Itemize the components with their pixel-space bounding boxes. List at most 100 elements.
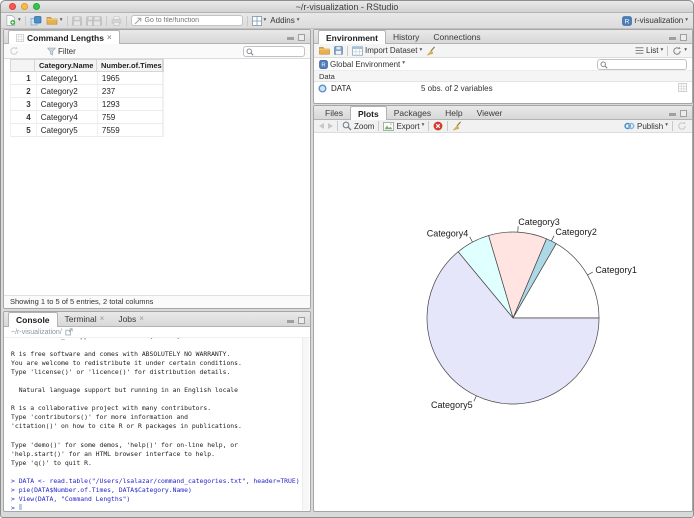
chevron-down-icon: ▾ xyxy=(59,16,63,23)
table-row[interactable]: 1 Category1 1965 xyxy=(10,72,164,85)
remove-plot-button[interactable] xyxy=(433,121,443,131)
r-environment-icon xyxy=(319,60,328,69)
new-project-button[interactable] xyxy=(30,16,42,26)
console-output-line: Type 'q()' to quit R. xyxy=(11,458,92,467)
open-folder-icon xyxy=(319,46,330,55)
save-workspace-button[interactable] xyxy=(334,46,343,55)
tab-label: Console xyxy=(16,315,50,325)
zoom-window-button[interactable] xyxy=(33,3,40,10)
minimize-pane-button[interactable] xyxy=(287,37,294,40)
console-cursor xyxy=(18,503,22,510)
view-object-button[interactable] xyxy=(678,83,687,92)
chevron-down-icon: ▾ xyxy=(660,46,664,53)
tab-command-lengths[interactable]: Command Lengths × xyxy=(8,30,120,44)
maximize-pane-button[interactable] xyxy=(680,34,687,41)
export-label: Export xyxy=(396,121,420,131)
dataset-table-icon xyxy=(352,46,363,56)
previous-plot-button[interactable] xyxy=(319,123,324,129)
data-section-header: Data xyxy=(314,71,692,82)
pane-layout-button[interactable]: ▾ xyxy=(252,16,266,26)
tab-console[interactable]: Console xyxy=(8,312,58,327)
open-in-new-icon[interactable] xyxy=(65,328,73,336)
close-window-button[interactable] xyxy=(9,3,16,10)
refresh-environment-button[interactable]: ▾ xyxy=(672,46,687,56)
table-cell: 2 xyxy=(11,85,37,97)
table-search xyxy=(243,45,305,57)
zoom-plot-button[interactable]: Zoom xyxy=(342,121,374,131)
table-row[interactable]: 3 Category3 1293 xyxy=(10,98,164,111)
publish-button[interactable]: Publish ▾ xyxy=(624,121,668,131)
console-command-line: > pie(DATA$Number.of.Times, DATA$Categor… xyxy=(11,485,192,494)
import-dataset-button[interactable]: Import Dataset ▾ xyxy=(352,46,422,56)
export-plot-button[interactable]: Export ▾ xyxy=(383,121,424,131)
minimize-pane-button[interactable] xyxy=(287,320,294,323)
save-button[interactable] xyxy=(72,16,82,26)
image-icon xyxy=(383,122,394,131)
tab-label: Packages xyxy=(393,107,432,118)
column-header-category-name[interactable]: Category.Name xyxy=(35,60,97,71)
goto-file-input[interactable] xyxy=(130,15,243,26)
clear-environment-button[interactable] xyxy=(426,46,436,56)
print-button[interactable] xyxy=(111,16,122,26)
close-icon[interactable]: × xyxy=(107,33,112,42)
refresh-data-button[interactable] xyxy=(9,46,19,56)
list-icon xyxy=(635,46,644,55)
console-output-line: You are welcome to redistribute it under… xyxy=(11,359,242,368)
maximize-pane-button[interactable] xyxy=(298,317,305,324)
clear-plots-button[interactable] xyxy=(452,121,462,131)
load-workspace-button[interactable] xyxy=(319,46,330,55)
console-tabbar: Console Terminal × Jobs × xyxy=(4,312,310,327)
tab-viewer[interactable]: Viewer xyxy=(470,106,510,119)
minimize-pane-button[interactable] xyxy=(669,37,676,40)
save-icon xyxy=(72,16,82,26)
tab-jobs[interactable]: Jobs × xyxy=(111,312,151,326)
working-directory: ~/r-visualization/ xyxy=(11,328,62,336)
console-command-line: > DATA <- read.table("/Users/lsalazar/co… xyxy=(11,476,300,485)
tab-packages[interactable]: Packages xyxy=(387,106,438,119)
save-all-button[interactable] xyxy=(86,16,102,26)
environment-search-input[interactable] xyxy=(597,58,687,70)
table-cell: 3 xyxy=(11,98,37,110)
tab-connections[interactable]: Connections xyxy=(426,30,487,43)
new-file-button[interactable]: ▾ xyxy=(6,15,21,26)
toolbar-separator xyxy=(246,15,248,26)
column-header-number-of-times[interactable]: Number.of.Times xyxy=(97,60,163,71)
tab-history[interactable]: History xyxy=(386,30,426,43)
console-scrollbar[interactable] xyxy=(302,338,309,510)
environment-object-row[interactable]: DATA 5 obs. of 2 variables xyxy=(314,82,692,94)
console-prompt-line[interactable]: > xyxy=(11,503,300,510)
pie-label: Category4 xyxy=(427,228,469,238)
close-icon[interactable]: × xyxy=(100,315,105,323)
minimize-pane-button[interactable] xyxy=(669,113,676,116)
table-row[interactable]: 5 Category5 7559 xyxy=(10,124,164,137)
minimize-window-button[interactable] xyxy=(21,3,28,10)
row-number-header[interactable] xyxy=(11,60,35,71)
filter-button[interactable]: Filter xyxy=(47,47,76,56)
tab-environment[interactable]: Environment xyxy=(318,30,386,44)
tab-files[interactable]: Files xyxy=(318,106,350,119)
project-selector[interactable]: r-visualization ▾ xyxy=(622,16,688,26)
tab-plots[interactable]: Plots xyxy=(349,106,387,120)
refresh-plot-button[interactable] xyxy=(677,121,687,131)
window-title: ~/r-visualization - RStudio xyxy=(295,1,399,12)
close-icon[interactable]: × xyxy=(139,315,144,323)
addins-button[interactable]: Addins ▾ xyxy=(270,16,299,25)
environment-scope-selector[interactable]: Global Environment ▾ xyxy=(319,59,405,69)
tab-terminal[interactable]: Terminal × xyxy=(58,312,112,326)
tab-label: Jobs xyxy=(118,314,137,324)
table-row[interactable]: 2 Category2 237 xyxy=(10,85,164,98)
back-arrow-icon xyxy=(319,123,324,129)
maximize-pane-button[interactable] xyxy=(298,34,305,41)
table-row[interactable]: 4 Category4 759 xyxy=(10,111,164,124)
tab-label: Viewer xyxy=(476,107,503,118)
tab-help[interactable]: Help xyxy=(438,106,469,119)
open-file-button[interactable]: ▾ xyxy=(46,16,63,25)
list-view-button[interactable]: List ▾ xyxy=(635,46,663,55)
console-output-line: Natural language support but running in … xyxy=(11,386,239,395)
maximize-pane-button[interactable] xyxy=(680,110,687,117)
next-plot-button[interactable] xyxy=(328,123,333,129)
console-output-line: R is free software and comes with ABSOLU… xyxy=(11,350,231,359)
search-icon xyxy=(246,48,254,56)
titlebar: ~/r-visualization - RStudio xyxy=(1,1,693,13)
